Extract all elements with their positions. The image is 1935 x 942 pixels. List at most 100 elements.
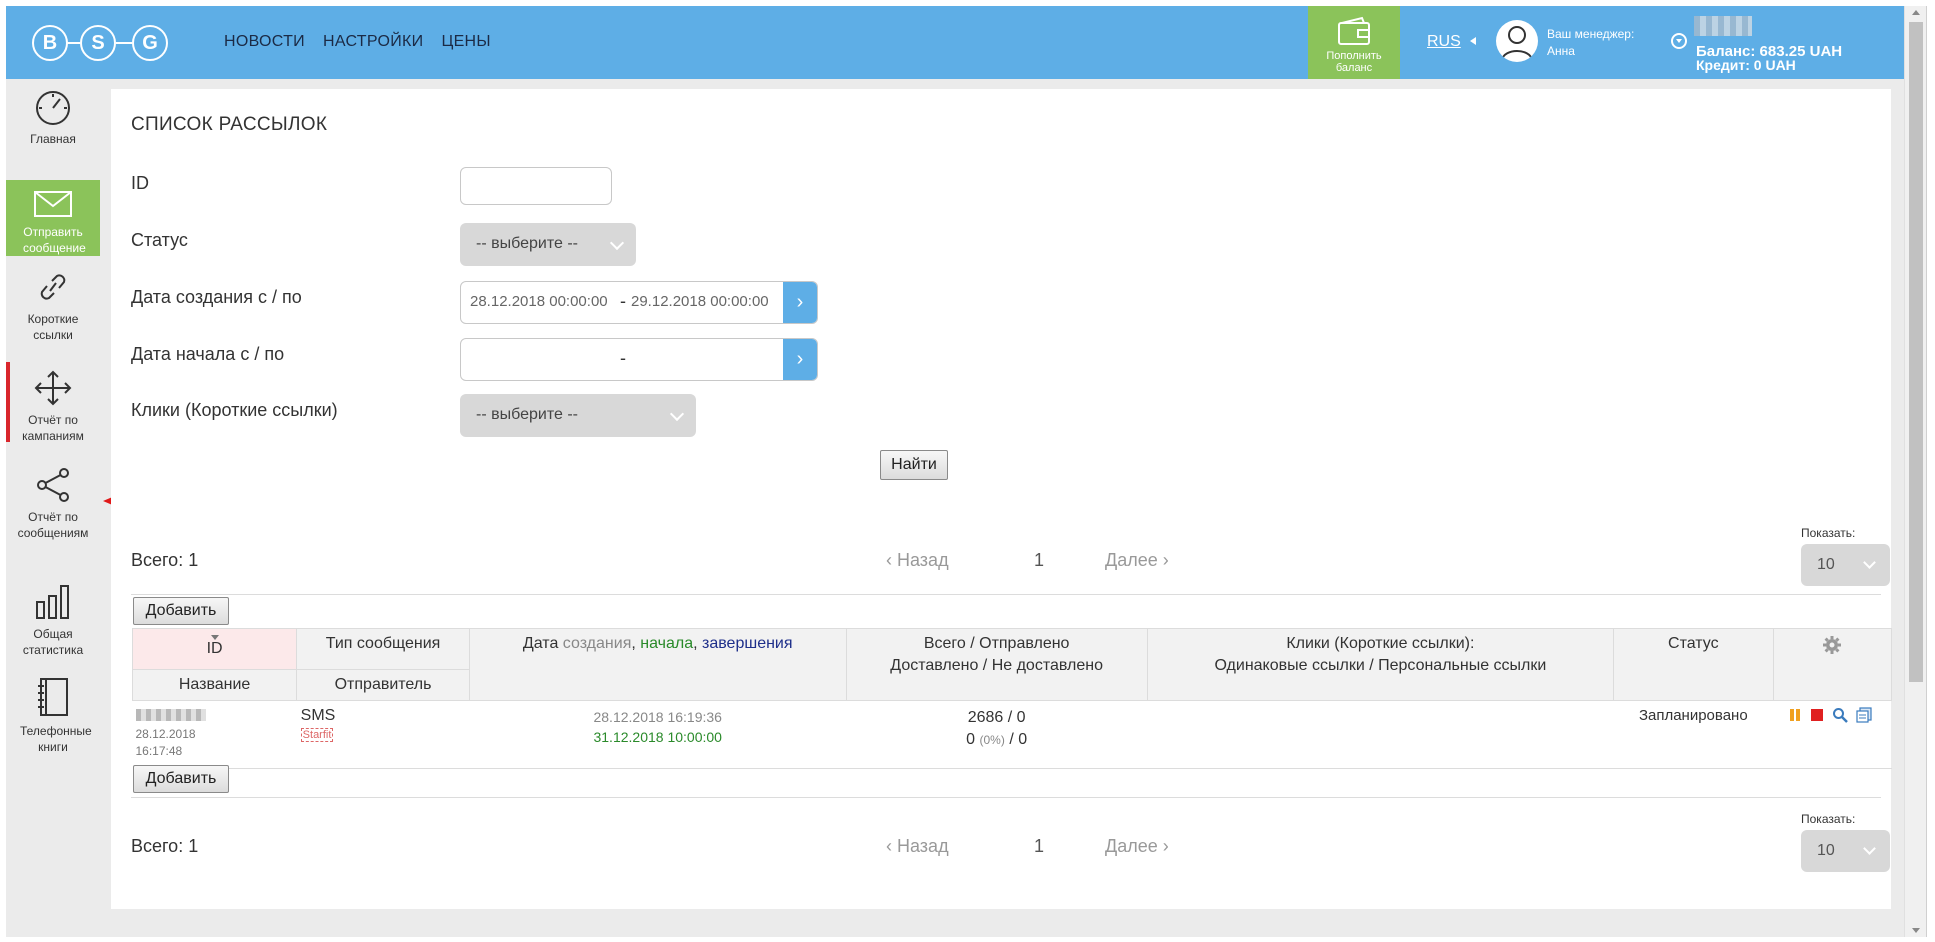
logo-letter: S — [80, 25, 116, 61]
show-label: Показать: — [1801, 812, 1856, 826]
chevron-down-icon — [669, 406, 685, 422]
pause-icon[interactable] — [1789, 708, 1801, 727]
table-row: 28.12.2018 16:17:48 SMS Starfit 28.12.20… — [132, 701, 1892, 769]
pager-page[interactable]: 1 — [1034, 550, 1044, 571]
sidebar: Главная Отправить сообщение Короткие ссы… — [6, 79, 102, 937]
chevron-right-icon: › — [1157, 550, 1169, 570]
manager-avatar — [1496, 20, 1538, 62]
search-icon[interactable] — [1832, 707, 1848, 728]
created-from-field[interactable]: 28.12.2018 00:00:00 — [470, 293, 608, 310]
filter-clicks-label: Клики (Короткие ссылки) — [131, 400, 338, 420]
page-size-value: 10 — [1817, 556, 1835, 573]
account-dropdown-icon[interactable] — [1671, 33, 1687, 49]
total-count: Всего: 1 — [131, 550, 199, 570]
sidebar-item-label: Отчёт по сообщениям — [17, 510, 89, 540]
row-created: 28.12.2018 16:19:36 — [593, 709, 722, 725]
bsg-logo[interactable]: B S G — [32, 25, 207, 61]
topup-balance-button[interactable]: Пополнить баланс — [1308, 6, 1400, 79]
app-window: B S G НОВОСТИ НАСТРОЙКИ ЦЕНЫ Пополнить б… — [6, 6, 1927, 937]
logo-connector — [116, 42, 132, 44]
copy-icon[interactable] — [1856, 707, 1873, 728]
col-settings[interactable] — [1772, 628, 1893, 701]
nav-news[interactable]: НОВОСТИ — [224, 33, 305, 51]
scroll-thumb[interactable] — [1909, 22, 1923, 682]
nav-settings[interactable]: НАСТРОЙКИ — [323, 33, 423, 51]
col-dates-created: создания — [562, 635, 632, 652]
col-clicks: Клики (Короткие ссылки): Одинаковые ссыл… — [1146, 628, 1615, 701]
page-size-select[interactable]: 10 — [1801, 544, 1890, 586]
scroll-down-icon[interactable] — [1912, 928, 1920, 933]
gear-icon[interactable] — [1822, 635, 1842, 655]
row-type: SMS — [300, 707, 336, 724]
created-date-range[interactable]: 28.12.2018 00:00:00 - 29.12.2018 00:00:0… — [460, 281, 818, 324]
col-dates: Дата создания, начала, завершения — [468, 628, 847, 701]
pager-next-bottom[interactable]: Далее › — [1105, 836, 1169, 857]
credit-text: Кредит: 0 UAH — [1696, 57, 1796, 73]
col-clicks-line1: Клики (Короткие ссылки): — [1286, 635, 1475, 652]
col-clicks-line2: Одинаковые ссылки / Персональные ссылки — [1214, 657, 1547, 674]
col-dates-end: завершения — [702, 635, 793, 652]
sidebar-item-message-report[interactable]: Отчёт по сообщениям — [6, 467, 100, 547]
chevron-right-icon[interactable]: › — [783, 339, 817, 380]
page-size-value: 10 — [1817, 842, 1835, 859]
wallet-icon — [1338, 16, 1370, 45]
add-button[interactable]: Добавить — [133, 597, 229, 625]
vertical-scrollbar[interactable] — [1904, 6, 1926, 937]
link-icon — [40, 274, 66, 300]
chevron-right-icon[interactable]: › — [783, 282, 817, 323]
speedometer-icon — [36, 91, 70, 125]
sidebar-item-send-message[interactable]: Отправить сообщение — [6, 180, 100, 256]
pager-prev-bottom[interactable]: ‹ Назад — [886, 836, 949, 857]
col-id[interactable]: ID — [131, 628, 298, 670]
pager-prev[interactable]: ‹ Назад — [886, 550, 949, 571]
sidebar-item-general-stats[interactable]: Общая статистика — [6, 584, 100, 664]
notebook-icon — [38, 678, 68, 716]
cell-clicks — [1147, 701, 1613, 769]
sidebar-item-label: Телефонные книги — [20, 724, 92, 754]
created-to-field[interactable]: 29.12.2018 00:00:00 — [631, 293, 769, 310]
start-date-range[interactable]: - › — [460, 338, 818, 381]
id-input[interactable] — [460, 167, 612, 205]
sidebar-item-label: Отчёт по кампаниям — [22, 413, 84, 443]
status-select-value: -- выберите -- — [476, 235, 578, 252]
add-button-bottom[interactable]: Добавить — [133, 765, 229, 793]
stop-icon[interactable] — [1810, 708, 1824, 727]
sidebar-item-phone-books[interactable]: Телефонные книги — [6, 677, 100, 757]
bar-chart-icon — [36, 585, 69, 619]
filter-start-label: Дата начала с / по — [131, 344, 285, 364]
find-button[interactable]: Найти — [880, 450, 948, 480]
row-delivered-count: 0 — [966, 731, 976, 748]
row-undelivered: / 0 — [1009, 731, 1028, 748]
nav-prices[interactable]: ЦЕНЫ — [441, 33, 490, 51]
logo-letter: B — [32, 25, 68, 61]
date-separator: - — [620, 348, 626, 368]
sidebar-item-label: Общая статистика — [22, 627, 84, 657]
col-name: Название — [131, 669, 298, 701]
pager-next[interactable]: Далее › — [1105, 550, 1169, 571]
divider — [131, 797, 1881, 798]
page-size-select-bottom[interactable]: 10 — [1801, 830, 1890, 872]
sidebar-item-campaign-report[interactable]: Отчёт по кампаниям — [6, 362, 96, 443]
col-type: Тип сообщения — [296, 628, 470, 670]
cell-totals: 2686 / 0 0 (0%) / 0 — [846, 701, 1147, 769]
language-selector[interactable]: RUS — [1427, 33, 1461, 51]
col-status: Статус — [1613, 628, 1774, 701]
manager-name: Анна — [1547, 44, 1575, 58]
col-totals-line1: Всего / Отправлено — [923, 635, 1070, 652]
divider — [131, 594, 1881, 595]
scroll-up-icon[interactable] — [1912, 10, 1920, 15]
row-delivered-pct: (0%) — [979, 733, 1005, 747]
caret-left-icon[interactable] — [1470, 37, 1476, 45]
filter-id-label: ID — [131, 173, 149, 193]
pager-page-bottom[interactable]: 1 — [1034, 836, 1044, 857]
status-select[interactable]: -- выберите -- — [460, 223, 636, 266]
col-dates-prefix: Дата — [522, 635, 559, 652]
sidebar-item-short-links[interactable]: Короткие ссылки — [6, 269, 100, 349]
row-sender[interactable]: Starfit — [300, 728, 334, 742]
share-icon — [37, 468, 69, 502]
clicks-select[interactable]: -- выберите -- — [460, 394, 696, 437]
row-start: 31.12.2018 10:00:00 — [593, 729, 722, 745]
sidebar-item-label: Короткие ссылки — [27, 312, 79, 342]
sidebar-item-home[interactable]: Главная — [6, 89, 100, 151]
chevron-down-icon — [1863, 842, 1876, 855]
